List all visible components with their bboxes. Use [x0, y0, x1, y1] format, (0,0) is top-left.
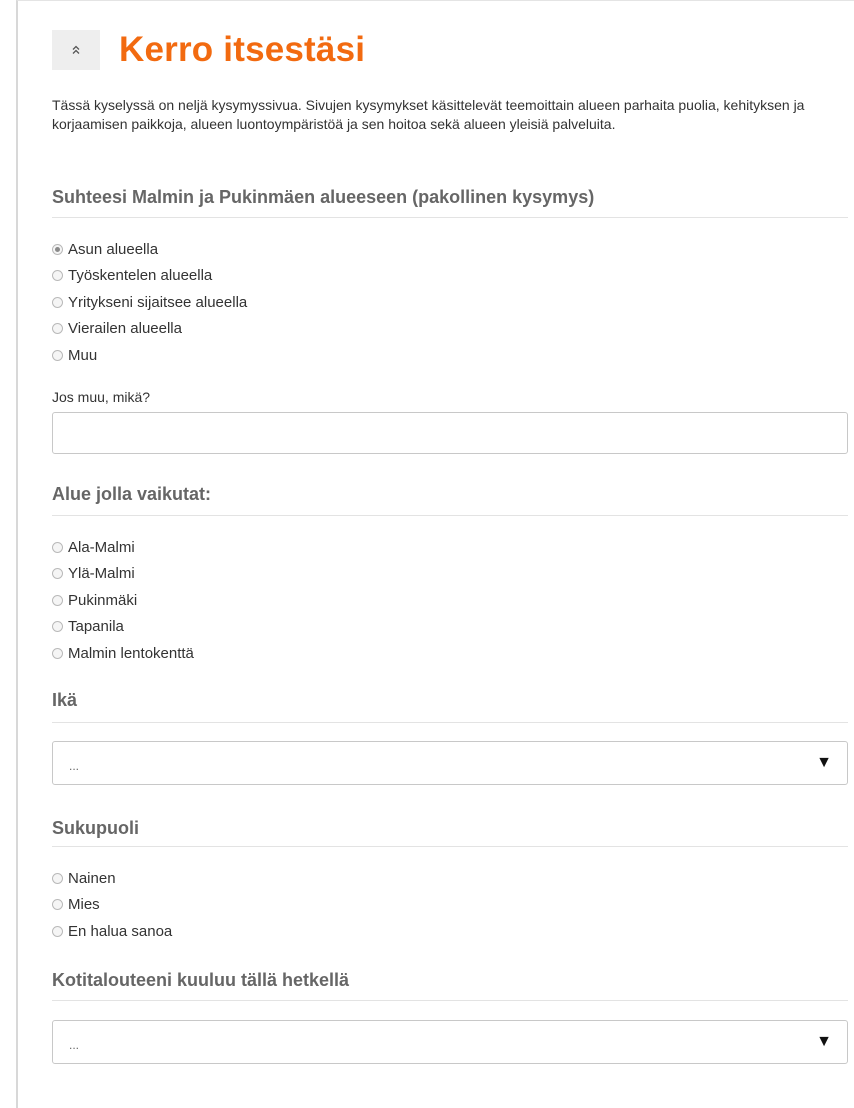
- other-text-input[interactable]: [52, 412, 848, 454]
- radio-button[interactable]: [52, 621, 63, 633]
- page-title: Kerro itsestäsi: [119, 30, 366, 69]
- radio-option-tapanila[interactable]: Tapanila: [52, 614, 194, 641]
- radio-button[interactable]: [52, 541, 63, 553]
- radio-button-checked[interactable]: [52, 243, 63, 255]
- radio-option-lentokentta[interactable]: Malmin lentokenttä: [52, 640, 194, 667]
- triangle-down-icon: ▼: [816, 754, 832, 771]
- chevron-double-up-icon: [71, 45, 81, 55]
- other-field-label: Jos muu, mikä?: [52, 389, 151, 405]
- radio-option-muu[interactable]: Muu: [52, 342, 247, 369]
- radio-label: Ala-Malmi: [68, 538, 135, 556]
- radio-label: Yritykseni sijaitsee alueella: [68, 293, 248, 311]
- section-divider: [52, 1000, 848, 1001]
- radio-label: Muu: [68, 346, 98, 364]
- radio-button[interactable]: [52, 568, 63, 580]
- triangle-down-icon: ▼: [816, 1033, 832, 1050]
- radio-option-nainen[interactable]: Nainen: [52, 865, 172, 892]
- select-value: ...: [69, 1038, 80, 1052]
- section-divider: [52, 846, 848, 847]
- collapse-button[interactable]: [52, 30, 100, 70]
- radio-option-vierailen[interactable]: Vierailen alueella: [52, 316, 247, 343]
- radio-option-yla-malmi[interactable]: Ylä-Malmi: [52, 561, 194, 588]
- radio-label: Malmin lentokenttä: [68, 644, 194, 662]
- radio-label: Tapanila: [68, 618, 124, 636]
- radio-button[interactable]: [52, 594, 63, 606]
- radio-option-asun[interactable]: Asun alueella: [52, 236, 247, 263]
- page-header: Kerro itsestäsi: [52, 30, 365, 70]
- radio-button[interactable]: [52, 323, 63, 335]
- area-radio-group: Ala-Malmi Ylä-Malmi Pukinmäki Tapanila M…: [52, 534, 194, 667]
- radio-button[interactable]: [52, 296, 63, 308]
- radio-option-en-halua-sanoa[interactable]: En halua sanoa: [52, 918, 172, 945]
- radio-button[interactable]: [52, 270, 63, 282]
- area-question-title: Alue jolla vaikutat:: [52, 484, 212, 504]
- radio-label: Asun alueella: [68, 240, 159, 258]
- radio-label: Vierailen alueella: [68, 320, 182, 338]
- radio-button[interactable]: [52, 647, 63, 659]
- radio-label: Pukinmäki: [68, 591, 138, 609]
- radio-label: Työskentelen alueella: [68, 267, 213, 285]
- radio-button[interactable]: [52, 872, 63, 884]
- radio-option-tyoskentelen[interactable]: Työskentelen alueella: [52, 263, 247, 290]
- radio-label: Ylä-Malmi: [68, 565, 135, 583]
- radio-option-yritykseni[interactable]: Yritykseni sijaitsee alueella: [52, 289, 247, 316]
- radio-option-pukinmaki[interactable]: Pukinmäki: [52, 587, 194, 614]
- relation-question-title: Suhteesi Malmin ja Pukinmäen alueeseen (…: [52, 187, 595, 207]
- household-question-title: Kotitalouteeni kuuluu tällä hetkellä: [52, 970, 350, 990]
- gender-radio-group: Nainen Mies En halua sanoa: [52, 865, 172, 945]
- radio-option-ala-malmi[interactable]: Ala-Malmi: [52, 534, 194, 561]
- radio-label: En halua sanoa: [68, 922, 173, 940]
- select-value: ...: [69, 759, 80, 773]
- section-divider: [52, 515, 848, 516]
- age-question-title: Ikä: [52, 690, 78, 710]
- gender-question-title: Sukupuoli: [52, 818, 139, 838]
- radio-label: Mies: [68, 896, 100, 914]
- radio-button[interactable]: [52, 899, 63, 911]
- section-divider: [52, 217, 848, 218]
- radio-option-mies[interactable]: Mies: [52, 892, 172, 919]
- intro-text: Tässä kyselyssä on neljä kysymyssivua. S…: [52, 97, 805, 132]
- household-select[interactable]: ... ▼: [52, 1020, 848, 1064]
- relation-radio-group: Asun alueella Työskentelen alueella Yrit…: [52, 236, 247, 369]
- section-divider: [52, 722, 848, 723]
- age-select[interactable]: ... ▼: [52, 741, 848, 785]
- radio-label: Nainen: [68, 869, 116, 887]
- radio-button[interactable]: [52, 349, 63, 361]
- radio-button[interactable]: [52, 925, 63, 937]
